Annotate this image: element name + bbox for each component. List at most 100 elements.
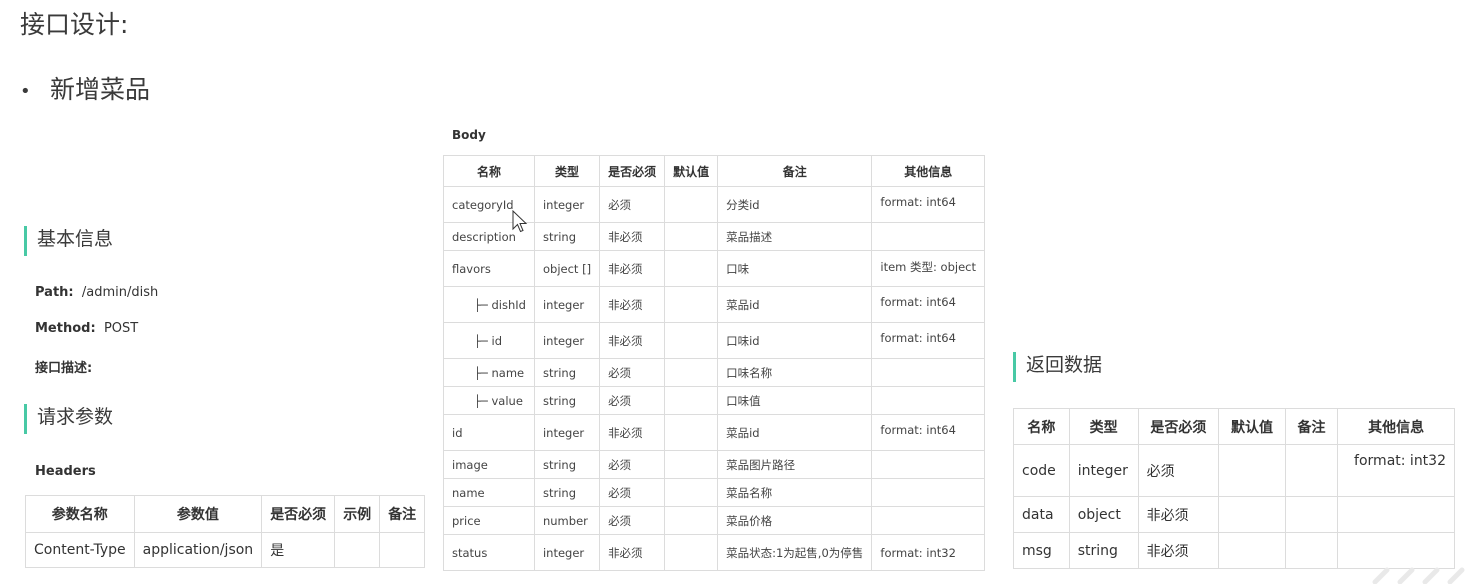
- method-value: POST: [103, 321, 139, 336]
- response-header-row: 名称 类型 是否必须 默认值 备注 其他信息: [1013, 408, 1455, 445]
- body-cell-type: integer: [533, 534, 601, 571]
- table-row: status integer 非必须 菜品状态:1为起售,0为停售 format…: [443, 534, 985, 571]
- body-cell-other: [871, 222, 985, 251]
- body-cell-type: integer: [533, 186, 601, 223]
- desc-label: 接口描述:: [35, 361, 93, 376]
- body-cell-other: format: int64: [871, 186, 985, 223]
- body-cell-other: format: int64: [871, 414, 985, 451]
- body-cell-name: id: [443, 414, 535, 451]
- headers-col-required: 是否必须: [261, 495, 336, 533]
- body-cell-default: [664, 222, 719, 251]
- body-cell-type: object []: [533, 250, 601, 287]
- method-row: Method: POST: [35, 321, 138, 336]
- body-cell-note: 口味名称: [717, 358, 873, 387]
- bullet-dot-icon: •: [20, 80, 31, 102]
- body-col-other: 其他信息: [871, 155, 985, 187]
- request-heading: 请求参数: [24, 404, 113, 434]
- body-cell-note: 菜品名称: [717, 478, 873, 507]
- body-cell-required: 必须: [599, 186, 666, 223]
- bullet-item: • 新增菜品: [20, 70, 150, 106]
- body-cell-required: 非必须: [599, 534, 666, 571]
- headers-cell: Content-Type: [25, 532, 135, 568]
- body-cell-other: format: int64: [871, 322, 985, 359]
- resp-cell-note: [1284, 496, 1339, 533]
- resp-cell-required: 非必须: [1137, 496, 1220, 533]
- table-row: Content-Type application/json 是: [25, 532, 426, 568]
- headers-col-name: 参数名称: [25, 495, 135, 533]
- body-cell-type: number: [533, 506, 601, 535]
- body-header-row: 名称 类型 是否必须 默认值 备注 其他信息: [443, 155, 985, 187]
- method-label: Method:: [35, 321, 96, 336]
- body-cell-default: [664, 358, 719, 387]
- body-cell-name: name: [443, 478, 535, 507]
- resp-cell-name: code: [1013, 444, 1070, 497]
- resp-cell-name: data: [1013, 496, 1070, 533]
- body-cell-note: 菜品状态:1为起售,0为停售: [717, 534, 873, 571]
- body-col-name: 名称: [443, 155, 535, 187]
- table-row: flavors object [] 非必须 口味 item 类型: object: [443, 250, 985, 287]
- resp-col-name: 名称: [1013, 408, 1070, 445]
- resp-cell-other: format: int32: [1337, 444, 1455, 497]
- body-cell-type: string: [533, 222, 601, 251]
- body-cell-other: [871, 478, 985, 507]
- path-row: Path: /admin/dish: [35, 285, 158, 300]
- path-value: /admin/dish: [81, 285, 159, 300]
- body-cell-default: [664, 534, 719, 571]
- bullet-text: 新增菜品: [50, 75, 151, 104]
- headers-col-note: 备注: [379, 495, 426, 533]
- table-row: price number 必须 菜品价格: [443, 506, 985, 535]
- body-cell-type: string: [533, 450, 601, 479]
- body-cell-note: 口味: [717, 250, 873, 287]
- body-cell-default: [664, 322, 719, 359]
- body-cell-other: format: int64: [871, 286, 985, 323]
- headers-label: Headers: [35, 464, 96, 479]
- headers-cell: [379, 532, 426, 568]
- body-cell-type: integer: [533, 322, 601, 359]
- body-cell-name: flavors: [443, 250, 535, 287]
- resp-cell-type: object: [1068, 496, 1139, 533]
- body-cell-name: ├─ value: [443, 386, 535, 415]
- body-cell-default: [664, 286, 719, 323]
- resp-cell-default: [1218, 532, 1286, 569]
- body-col-required: 是否必须: [599, 155, 666, 187]
- resp-cell-required: 非必须: [1137, 532, 1220, 569]
- headers-cell: 是: [261, 532, 336, 568]
- body-cell-note: 分类id: [717, 186, 873, 223]
- body-cell-other: [871, 450, 985, 479]
- resp-col-other: 其他信息: [1337, 408, 1455, 445]
- body-cell-name: status: [443, 534, 535, 571]
- body-cell-required: 必须: [599, 386, 666, 415]
- body-cell-note: 菜品价格: [717, 506, 873, 535]
- page-title: 接口设计:: [20, 10, 129, 39]
- body-cell-required: 必须: [599, 358, 666, 387]
- resp-cell-other: [1337, 496, 1455, 533]
- headers-col-example: 示例: [334, 495, 381, 533]
- table-row: image string 必须 菜品图片路径: [443, 450, 985, 479]
- body-label: Body: [452, 128, 486, 142]
- resp-cell-type: string: [1068, 532, 1139, 569]
- body-cell-default: [664, 506, 719, 535]
- body-col-default: 默认值: [664, 155, 719, 187]
- headers-header-row: 参数名称 参数值 是否必须 示例 备注: [25, 495, 426, 533]
- body-cell-other: item 类型: object: [871, 250, 985, 287]
- body-cell-required: 非必须: [599, 286, 666, 323]
- body-cell-type: string: [533, 478, 601, 507]
- body-cell-default: [664, 414, 719, 451]
- corner-watermark-icon: [1372, 567, 1465, 584]
- body-cell-note: 菜品id: [717, 414, 873, 451]
- table-row: name string 必须 菜品名称: [443, 478, 985, 507]
- body-cell-other: format: int32: [871, 534, 985, 571]
- body-cell-type: string: [533, 386, 601, 415]
- body-cell-required: 非必须: [599, 322, 666, 359]
- body-cell-required: 必须: [599, 450, 666, 479]
- resp-cell-default: [1218, 444, 1286, 497]
- body-cell-type: integer: [533, 414, 601, 451]
- body-cell-note: 口味id: [717, 322, 873, 359]
- body-cell-default: [664, 250, 719, 287]
- resp-cell-note: [1284, 444, 1339, 497]
- path-label: Path:: [35, 285, 74, 300]
- body-cell-required: 必须: [599, 478, 666, 507]
- headers-cell: application/json: [133, 532, 263, 568]
- body-cell-note: 口味值: [717, 386, 873, 415]
- mouse-cursor-icon: [512, 210, 528, 233]
